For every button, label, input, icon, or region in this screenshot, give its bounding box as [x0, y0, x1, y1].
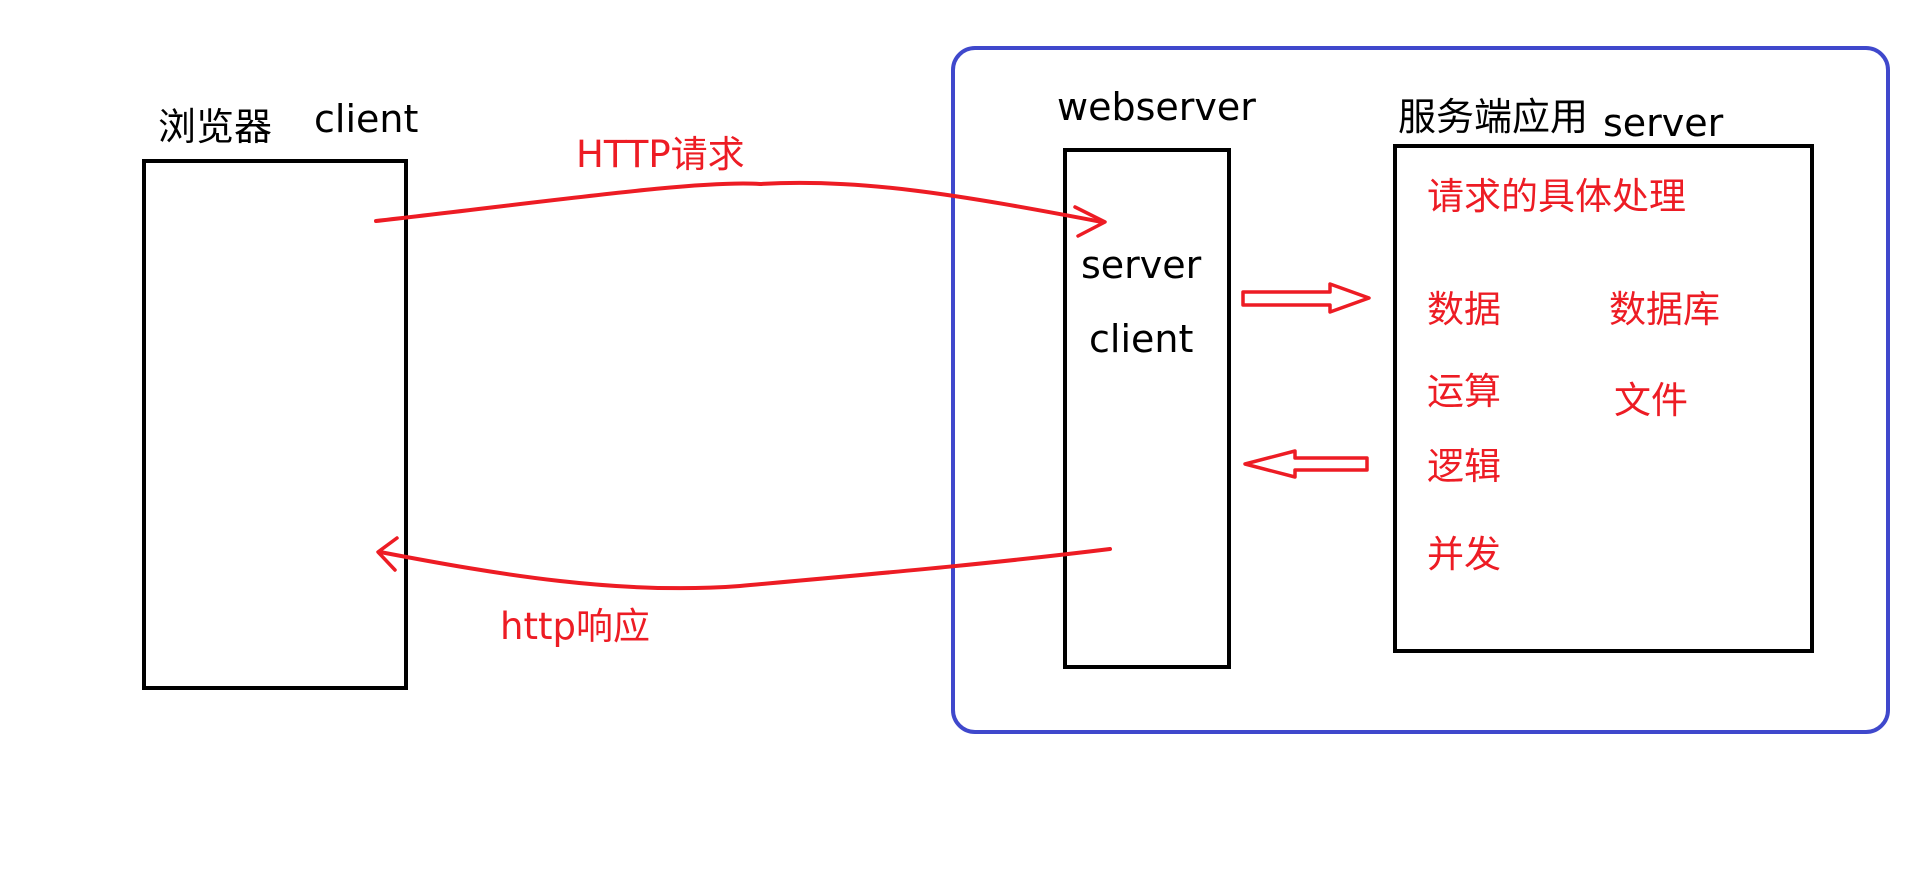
- item-computation: 运算: [1427, 370, 1501, 413]
- backward-hollow-arrow: [1243, 449, 1369, 479]
- item-concurrency: 并发: [1427, 533, 1501, 576]
- item-file: 文件: [1614, 379, 1688, 422]
- webserver-title: webserver: [1057, 85, 1256, 129]
- browser-box: [142, 159, 408, 690]
- webserver-box: [1063, 148, 1231, 669]
- browser-client-label: client: [314, 97, 419, 141]
- item-data: 数据: [1427, 288, 1501, 331]
- response-arrow-line: [378, 547, 1112, 591]
- webserver-server-label: server: [1081, 243, 1202, 287]
- forward-hollow-arrow: [1241, 282, 1371, 314]
- http-response-label: http响应: [500, 605, 650, 648]
- architecture-diagram: 浏览器 client HTTP请求 http响应 webserver serve…: [0, 0, 1914, 889]
- item-database: 数据库: [1609, 288, 1720, 331]
- webserver-client-label: client: [1089, 317, 1194, 361]
- http-request-label: HTTP请求: [576, 133, 745, 176]
- browser-label: 浏览器: [158, 105, 273, 149]
- server-app-server-label: server: [1603, 101, 1724, 145]
- request-arrow-line: [374, 180, 1104, 224]
- item-logic: 逻辑: [1427, 445, 1501, 488]
- processing-heading: 请求的具体处理: [1427, 175, 1686, 218]
- server-app-title: 服务端应用: [1398, 95, 1589, 139]
